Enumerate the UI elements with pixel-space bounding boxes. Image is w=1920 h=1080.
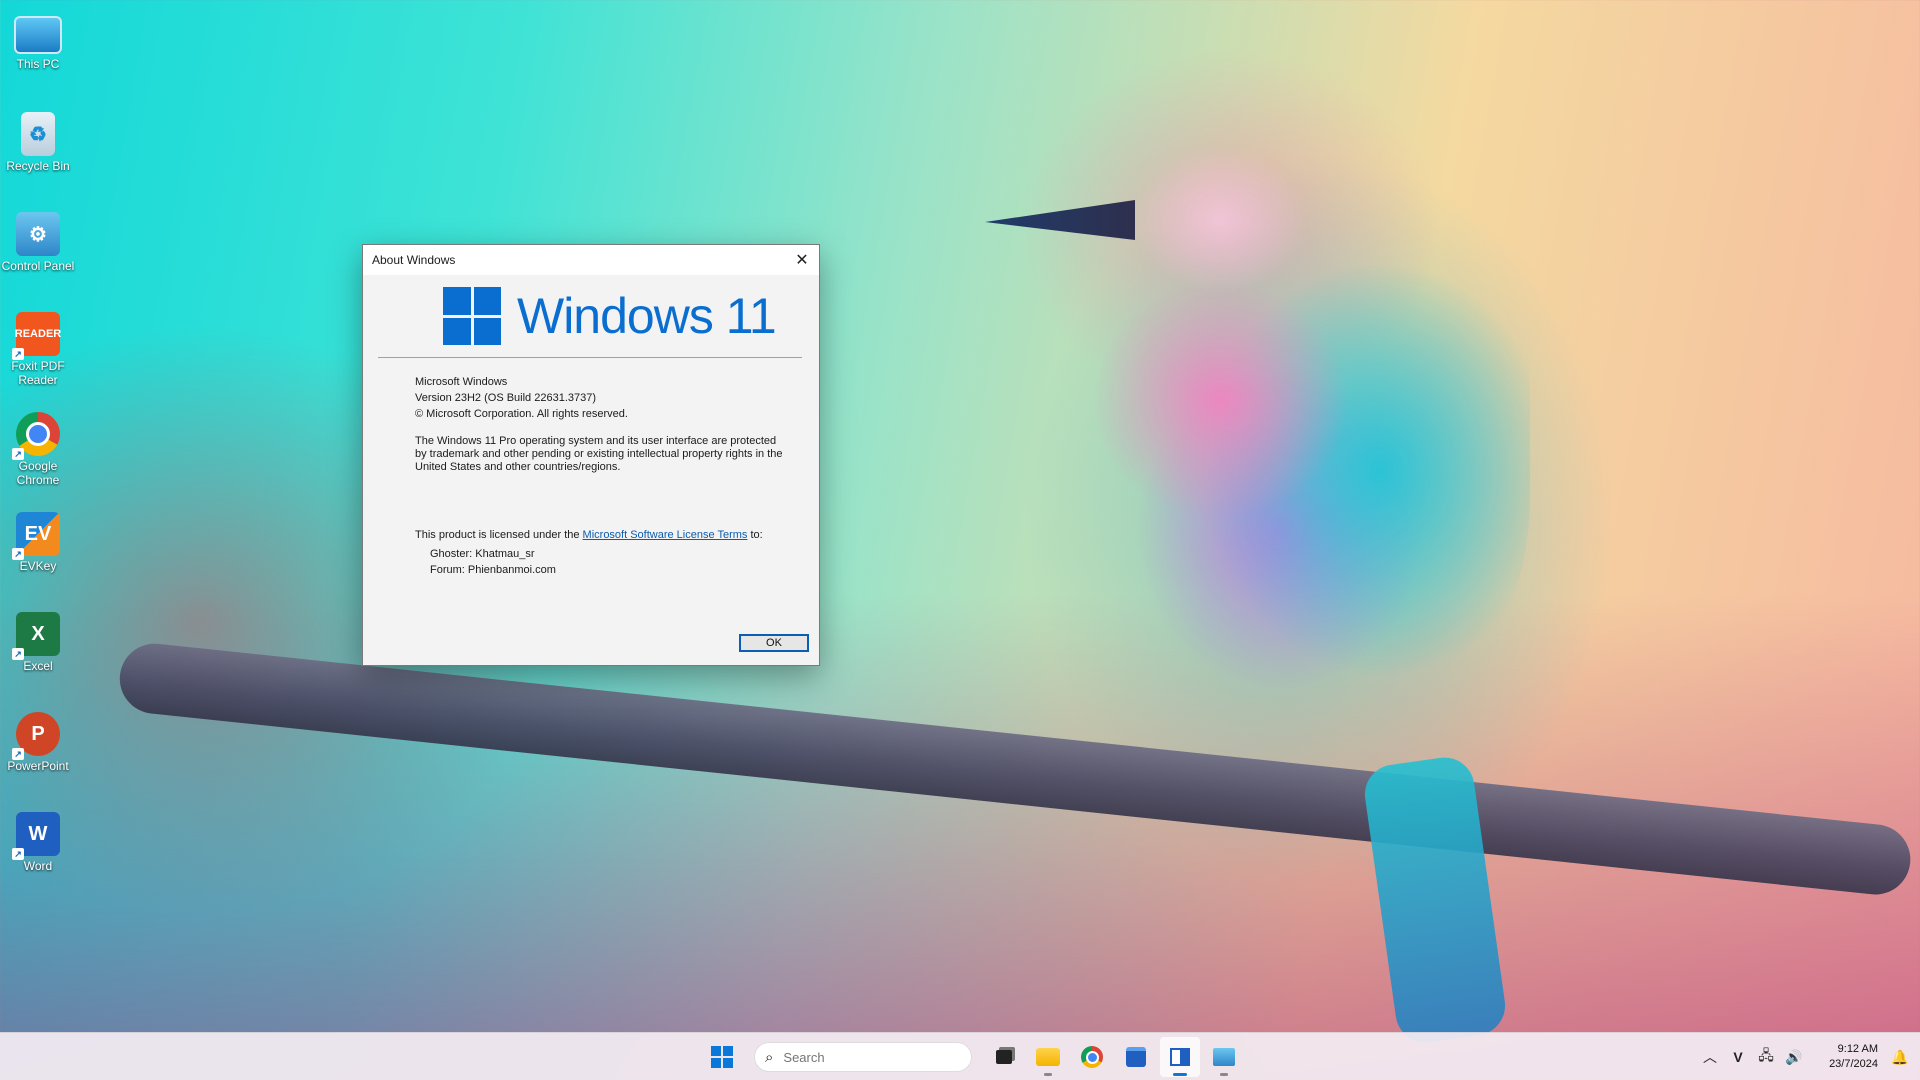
desktop-icon-this-pc[interactable]: This PC: [0, 8, 76, 108]
license-suffix: to:: [747, 529, 763, 541]
license-terms-link[interactable]: Microsoft Software License Terms: [583, 529, 748, 541]
chevron-up-icon[interactable]: ︿: [1696, 1047, 1724, 1067]
dialog-body: Microsoft Windows Version 23H2 (OS Build…: [415, 376, 785, 577]
licensee-line: Forum: Phienbanmoi.com: [430, 564, 556, 576]
network-icon[interactable]: 🖧: [1752, 1045, 1780, 1069]
windows-start-icon: [711, 1046, 733, 1068]
desktop-icon-label: This PC: [16, 57, 60, 71]
desktop-icon-evkey[interactable]: EV ↗ EVKey: [0, 508, 76, 608]
version-text: Version 23H2 (OS Build 22631.3737): [415, 392, 597, 404]
license-prefix: This product is licensed under the: [415, 529, 583, 541]
ok-button[interactable]: OK: [739, 634, 809, 652]
desktop-icon-powerpoint[interactable]: P ↗ PowerPoint: [0, 708, 76, 808]
clock-time: 9:12 AM: [1837, 1043, 1878, 1055]
about-windows-dialog: About Windows ✕ Windows 11 Microsoft Win…: [362, 244, 820, 666]
winver-icon: [1170, 1048, 1190, 1066]
desktop-icon-label: Control Panel: [1, 259, 75, 273]
folder-icon: [1036, 1048, 1060, 1066]
desktop-icon-recycle-bin[interactable]: ♻ Recycle Bin: [0, 108, 76, 208]
evkey-tray-icon[interactable]: V: [1724, 1049, 1752, 1065]
task-view-icon: [996, 1050, 1012, 1064]
about-windows-taskbar-button[interactable]: [1160, 1037, 1200, 1077]
running-indicator: [1044, 1073, 1052, 1076]
close-button[interactable]: ✕: [785, 245, 819, 275]
desktop-icon-control-panel[interactable]: ⚙ Control Panel: [0, 208, 76, 308]
dialog-title: About Windows: [372, 253, 456, 267]
start-button[interactable]: [702, 1037, 742, 1077]
close-icon: ✕: [795, 252, 809, 269]
chrome-icon: [1081, 1046, 1103, 1068]
shortcut-arrow-icon: ↗: [12, 448, 24, 460]
taskbar-search[interactable]: ⌕: [754, 1042, 972, 1072]
licensee-line: Ghoster: Khatmau_sr: [430, 548, 535, 560]
search-input[interactable]: [781, 1048, 946, 1066]
desktop-icon-label: EVKey: [19, 559, 57, 573]
microsoft-store-button[interactable]: [1116, 1037, 1156, 1077]
running-indicator: [1220, 1073, 1228, 1076]
product-name: Microsoft Windows: [415, 376, 508, 388]
shortcut-arrow-icon: ↗: [12, 348, 24, 360]
desktop-icon-label: Recycle Bin: [6, 159, 70, 173]
recycle-bin-icon: ♻: [21, 112, 55, 156]
wallpaper-branch: [116, 640, 1914, 898]
desktop-icons: This PC ♻ Recycle Bin ⚙ Control Panel RE…: [0, 8, 76, 908]
chrome-taskbar-button[interactable]: [1072, 1037, 1112, 1077]
system-tray: ︿ V 🖧 🔊 9:12 AM 23/7/2024 🔔: [1696, 1033, 1920, 1080]
desktop-icon-label: Foxit PDF Reader: [11, 359, 65, 387]
license-text: This product is licensed under the Micro…: [415, 529, 785, 542]
volume-icon[interactable]: 🔊: [1780, 1049, 1808, 1066]
control-panel-icon: [1213, 1048, 1235, 1066]
excel-icon: X ↗: [12, 612, 60, 660]
shortcut-arrow-icon: ↗: [12, 848, 24, 860]
taskbar-apps: ⌕: [700, 1033, 1246, 1080]
evkey-icon: EV ↗: [12, 512, 60, 560]
desktop-icon-excel[interactable]: X ↗ Excel: [0, 608, 76, 708]
monitor-icon: [14, 16, 62, 54]
control-panel-taskbar-button[interactable]: [1204, 1037, 1244, 1077]
taskbar: ⌕ ︿ V 🖧 🔊 9:1: [0, 1032, 1920, 1080]
legal-paragraph: The Windows 11 Pro operating system and …: [415, 435, 783, 473]
windows-logo-text: Windows 11: [517, 288, 777, 344]
file-explorer-button[interactable]: [1028, 1037, 1068, 1077]
copyright-text: © Microsoft Corporation. All rights rese…: [415, 408, 628, 420]
shortcut-arrow-icon: ↗: [12, 548, 24, 560]
control-panel-icon: ⚙: [16, 212, 60, 256]
windows-logo-row: Windows 11: [443, 287, 777, 345]
desktop-icon-label: Word: [23, 859, 53, 873]
clock-date: 23/7/2024: [1829, 1058, 1878, 1070]
desktop-icon-label: PowerPoint: [7, 759, 69, 773]
clock[interactable]: 9:12 AM 23/7/2024: [1808, 1042, 1878, 1072]
desktop-icon-label: Google Chrome: [16, 459, 60, 487]
wallpaper-bird-beak: [985, 200, 1135, 240]
notification-bell-icon[interactable]: 🔔: [1886, 1049, 1914, 1066]
foxit-reader-icon: READER ↗: [12, 312, 61, 360]
dialog-title-bar[interactable]: About Windows: [363, 245, 819, 275]
chrome-icon: ↗: [12, 412, 60, 460]
powerpoint-icon: P ↗: [12, 712, 60, 760]
desktop-icon-google-chrome[interactable]: ↗ Google Chrome: [0, 408, 76, 508]
task-view-button[interactable]: [984, 1037, 1024, 1077]
active-indicator: [1173, 1073, 1187, 1076]
desktop-icon-word[interactable]: W ↗ Word: [0, 808, 76, 908]
search-icon: ⌕: [765, 1048, 774, 1066]
store-icon: [1126, 1047, 1146, 1067]
shortcut-arrow-icon: ↗: [12, 748, 24, 760]
desktop-icon-foxit-pdf-reader[interactable]: READER ↗ Foxit PDF Reader: [0, 308, 76, 408]
shortcut-arrow-icon: ↗: [12, 648, 24, 660]
dialog-divider: [378, 357, 802, 358]
windows-logo-icon: [443, 287, 501, 345]
desktop-icon-label: Excel: [23, 659, 53, 673]
word-icon: W ↗: [12, 812, 60, 860]
